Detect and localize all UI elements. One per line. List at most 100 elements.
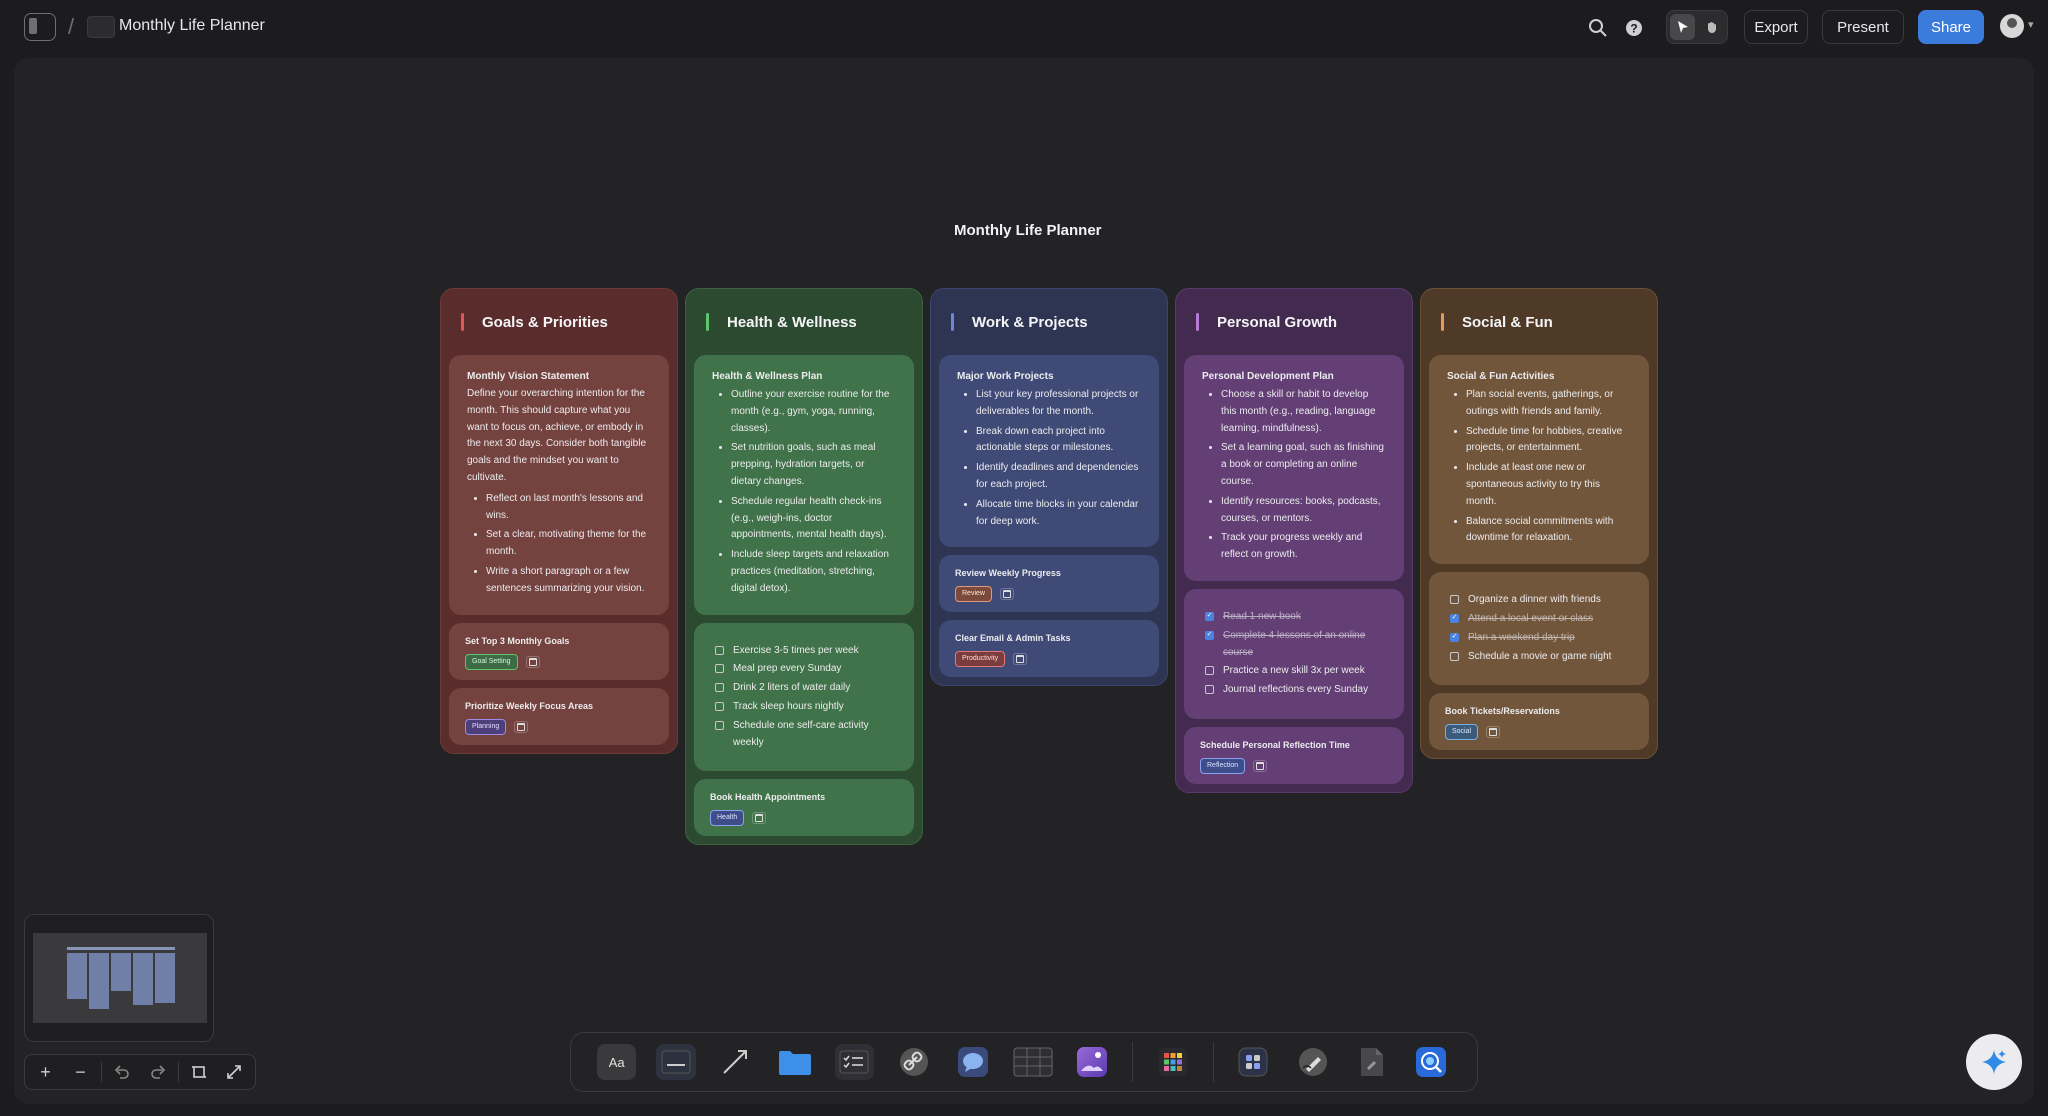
browser-icon[interactable] bbox=[1412, 1044, 1451, 1080]
task-card[interactable]: Schedule Personal Reflection Time Reflec… bbox=[1184, 726, 1404, 784]
checklist-item[interactable]: Practice a new skill 3x per week bbox=[1204, 663, 1386, 680]
checklist-item[interactable]: Exercise 3-5 times per week bbox=[714, 643, 896, 660]
vision-card[interactable]: Monthly Vision Statement Define your ove… bbox=[449, 355, 669, 615]
checkbox[interactable] bbox=[715, 664, 724, 674]
column-title[interactable]: Work & Projects bbox=[972, 314, 1088, 331]
checklist-item[interactable]: Meal prep every Sunday bbox=[714, 661, 896, 678]
widget-icon[interactable] bbox=[1233, 1044, 1272, 1080]
checkbox[interactable] bbox=[1450, 651, 1459, 661]
checklist-item[interactable]: Organize a dinner with friends bbox=[1449, 592, 1631, 609]
minimap-viewport[interactable] bbox=[33, 933, 207, 1023]
checklist-card[interactable]: Exercise 3-5 times per week Meal prep ev… bbox=[694, 622, 914, 772]
checkbox[interactable] bbox=[715, 645, 724, 655]
checklist-item[interactable]: Schedule one self-care activity weekly bbox=[714, 718, 896, 752]
share-button[interactable]: Share bbox=[1918, 10, 1984, 44]
tag-badge[interactable]: Goal Setting bbox=[465, 653, 518, 670]
checkbox[interactable] bbox=[715, 683, 724, 693]
zoom-out-icon[interactable]: − bbox=[66, 1058, 95, 1086]
checkbox-checked[interactable]: ✓ bbox=[1450, 632, 1459, 642]
minimap[interactable] bbox=[24, 914, 214, 1042]
chevron-down-icon[interactable]: ▾ bbox=[2028, 18, 2034, 31]
column-title[interactable]: Goals & Priorities bbox=[482, 314, 608, 331]
development-plan-card[interactable]: Personal Development Plan Choose a skill… bbox=[1184, 355, 1404, 581]
checkbox-checked[interactable]: ✓ bbox=[1205, 630, 1214, 640]
calendar-icon[interactable] bbox=[1253, 759, 1268, 772]
fullscreen-icon[interactable] bbox=[220, 1058, 249, 1086]
document-icon[interactable] bbox=[1352, 1044, 1391, 1080]
arrow-tool-icon[interactable] bbox=[716, 1044, 755, 1080]
checklist-item[interactable]: ✓ Plan a weekend day trip bbox=[1449, 630, 1631, 647]
select-pointer-icon[interactable] bbox=[1670, 14, 1695, 40]
comment-icon[interactable] bbox=[953, 1044, 992, 1080]
task-card[interactable]: Book Health Appointments Health bbox=[694, 779, 914, 837]
document-thumbnail[interactable] bbox=[87, 16, 115, 38]
table-icon[interactable] bbox=[1013, 1044, 1053, 1080]
sidebar-toggle-icon[interactable] bbox=[24, 13, 56, 41]
tag-badge[interactable]: Planning bbox=[465, 718, 507, 735]
tag-badge[interactable]: Social bbox=[1445, 724, 1479, 741]
checklist-item[interactable]: Drink 2 liters of water daily bbox=[714, 680, 896, 697]
column-title[interactable]: Social & Fun bbox=[1462, 314, 1553, 331]
text-tool-icon[interactable]: Aa bbox=[597, 1044, 637, 1080]
checkbox[interactable] bbox=[715, 701, 724, 711]
help-icon[interactable]: ? bbox=[1620, 14, 1648, 42]
board-title[interactable]: Monthly Life Planner bbox=[954, 222, 1102, 239]
task-card[interactable]: Review Weekly Progress Review bbox=[939, 555, 1159, 613]
task-card[interactable]: Book Tickets/Reservations Social bbox=[1429, 693, 1649, 751]
redo-icon[interactable] bbox=[143, 1058, 172, 1086]
checkbox[interactable] bbox=[1450, 595, 1459, 605]
social-activities-card[interactable]: Social & Fun Activities Plan social even… bbox=[1429, 355, 1649, 565]
work-projects-card[interactable]: Major Work Projects List your key profes… bbox=[939, 355, 1159, 548]
tag-badge[interactable]: Productivity bbox=[955, 651, 1006, 668]
checklist-item[interactable]: Schedule a movie or game night bbox=[1449, 649, 1631, 666]
calendar-icon[interactable] bbox=[752, 812, 767, 825]
calendar-icon[interactable] bbox=[999, 588, 1014, 601]
zoom-in-icon[interactable]: + bbox=[31, 1058, 60, 1086]
task-card[interactable]: Prioritize Weekly Focus Areas Planning bbox=[449, 687, 669, 745]
present-button[interactable]: Present bbox=[1822, 10, 1904, 44]
search-icon[interactable] bbox=[1584, 14, 1612, 42]
calendar-icon[interactable] bbox=[1486, 726, 1501, 739]
task-card[interactable]: Set Top 3 Monthly Goals Goal Setting bbox=[449, 622, 669, 680]
checklist-item[interactable]: ✓ Read 1 new book bbox=[1204, 609, 1386, 626]
document-title[interactable]: Monthly Life Planner bbox=[119, 17, 265, 35]
export-button[interactable]: Export bbox=[1744, 10, 1808, 44]
calendar-icon[interactable] bbox=[525, 655, 540, 668]
column-personal-growth[interactable]: Personal Growth Personal Development Pla… bbox=[1175, 288, 1413, 793]
checklist-card[interactable]: Organize a dinner with friends ✓ Attend a… bbox=[1429, 572, 1649, 686]
calendar-icon[interactable] bbox=[514, 720, 529, 733]
column-goals-priorities[interactable]: Goals & Priorities Monthly Vision Statem… bbox=[440, 288, 678, 754]
tag-badge[interactable]: Reflection bbox=[1200, 757, 1246, 774]
checklist-item[interactable]: Journal reflections every Sunday bbox=[1204, 682, 1386, 699]
checklist-item[interactable]: ✓ Attend a local event or class bbox=[1449, 611, 1631, 628]
checklist-item[interactable]: ✓ Complete 4 lessons of an online course bbox=[1204, 628, 1386, 662]
ai-assistant-button[interactable] bbox=[1966, 1034, 2022, 1090]
fit-frame-icon[interactable] bbox=[185, 1058, 214, 1086]
folder-icon[interactable] bbox=[775, 1044, 814, 1080]
calendar-icon[interactable] bbox=[1013, 653, 1028, 666]
tag-badge[interactable]: Health bbox=[710, 810, 745, 827]
hand-pan-icon[interactable] bbox=[1699, 14, 1724, 40]
column-social-fun[interactable]: Social & Fun Social & Fun Activities Pla… bbox=[1420, 288, 1658, 760]
undo-icon[interactable] bbox=[108, 1058, 137, 1086]
link-icon[interactable] bbox=[894, 1044, 933, 1080]
column-title[interactable]: Health & Wellness bbox=[727, 314, 857, 331]
sticky-note-icon[interactable] bbox=[656, 1044, 696, 1080]
tag-badge[interactable]: Review bbox=[955, 586, 992, 603]
checkbox-checked[interactable]: ✓ bbox=[1450, 613, 1459, 623]
checkbox[interactable] bbox=[715, 720, 724, 730]
checklist-card[interactable]: ✓ Read 1 new book ✓ Complete 4 lessons of … bbox=[1184, 588, 1404, 719]
column-work-projects[interactable]: Work & Projects Major Work Projects List… bbox=[930, 288, 1168, 687]
avatar[interactable] bbox=[2000, 14, 2024, 38]
apps-grid-icon[interactable] bbox=[1153, 1044, 1192, 1080]
checklist-icon[interactable] bbox=[834, 1044, 874, 1080]
column-title[interactable]: Personal Growth bbox=[1217, 314, 1337, 331]
checkbox[interactable] bbox=[1205, 666, 1214, 676]
task-card[interactable]: Clear Email & Admin Tasks Productivity bbox=[939, 620, 1159, 678]
column-health-wellness[interactable]: Health & Wellness Health & Wellness Plan… bbox=[685, 288, 923, 846]
checkbox[interactable] bbox=[1205, 685, 1214, 695]
checkbox-checked[interactable]: ✓ bbox=[1205, 611, 1214, 621]
image-icon[interactable] bbox=[1073, 1044, 1112, 1080]
checklist-item[interactable]: Track sleep hours nightly bbox=[714, 699, 896, 716]
health-plan-card[interactable]: Health & Wellness Plan Outline your exer… bbox=[694, 355, 914, 615]
